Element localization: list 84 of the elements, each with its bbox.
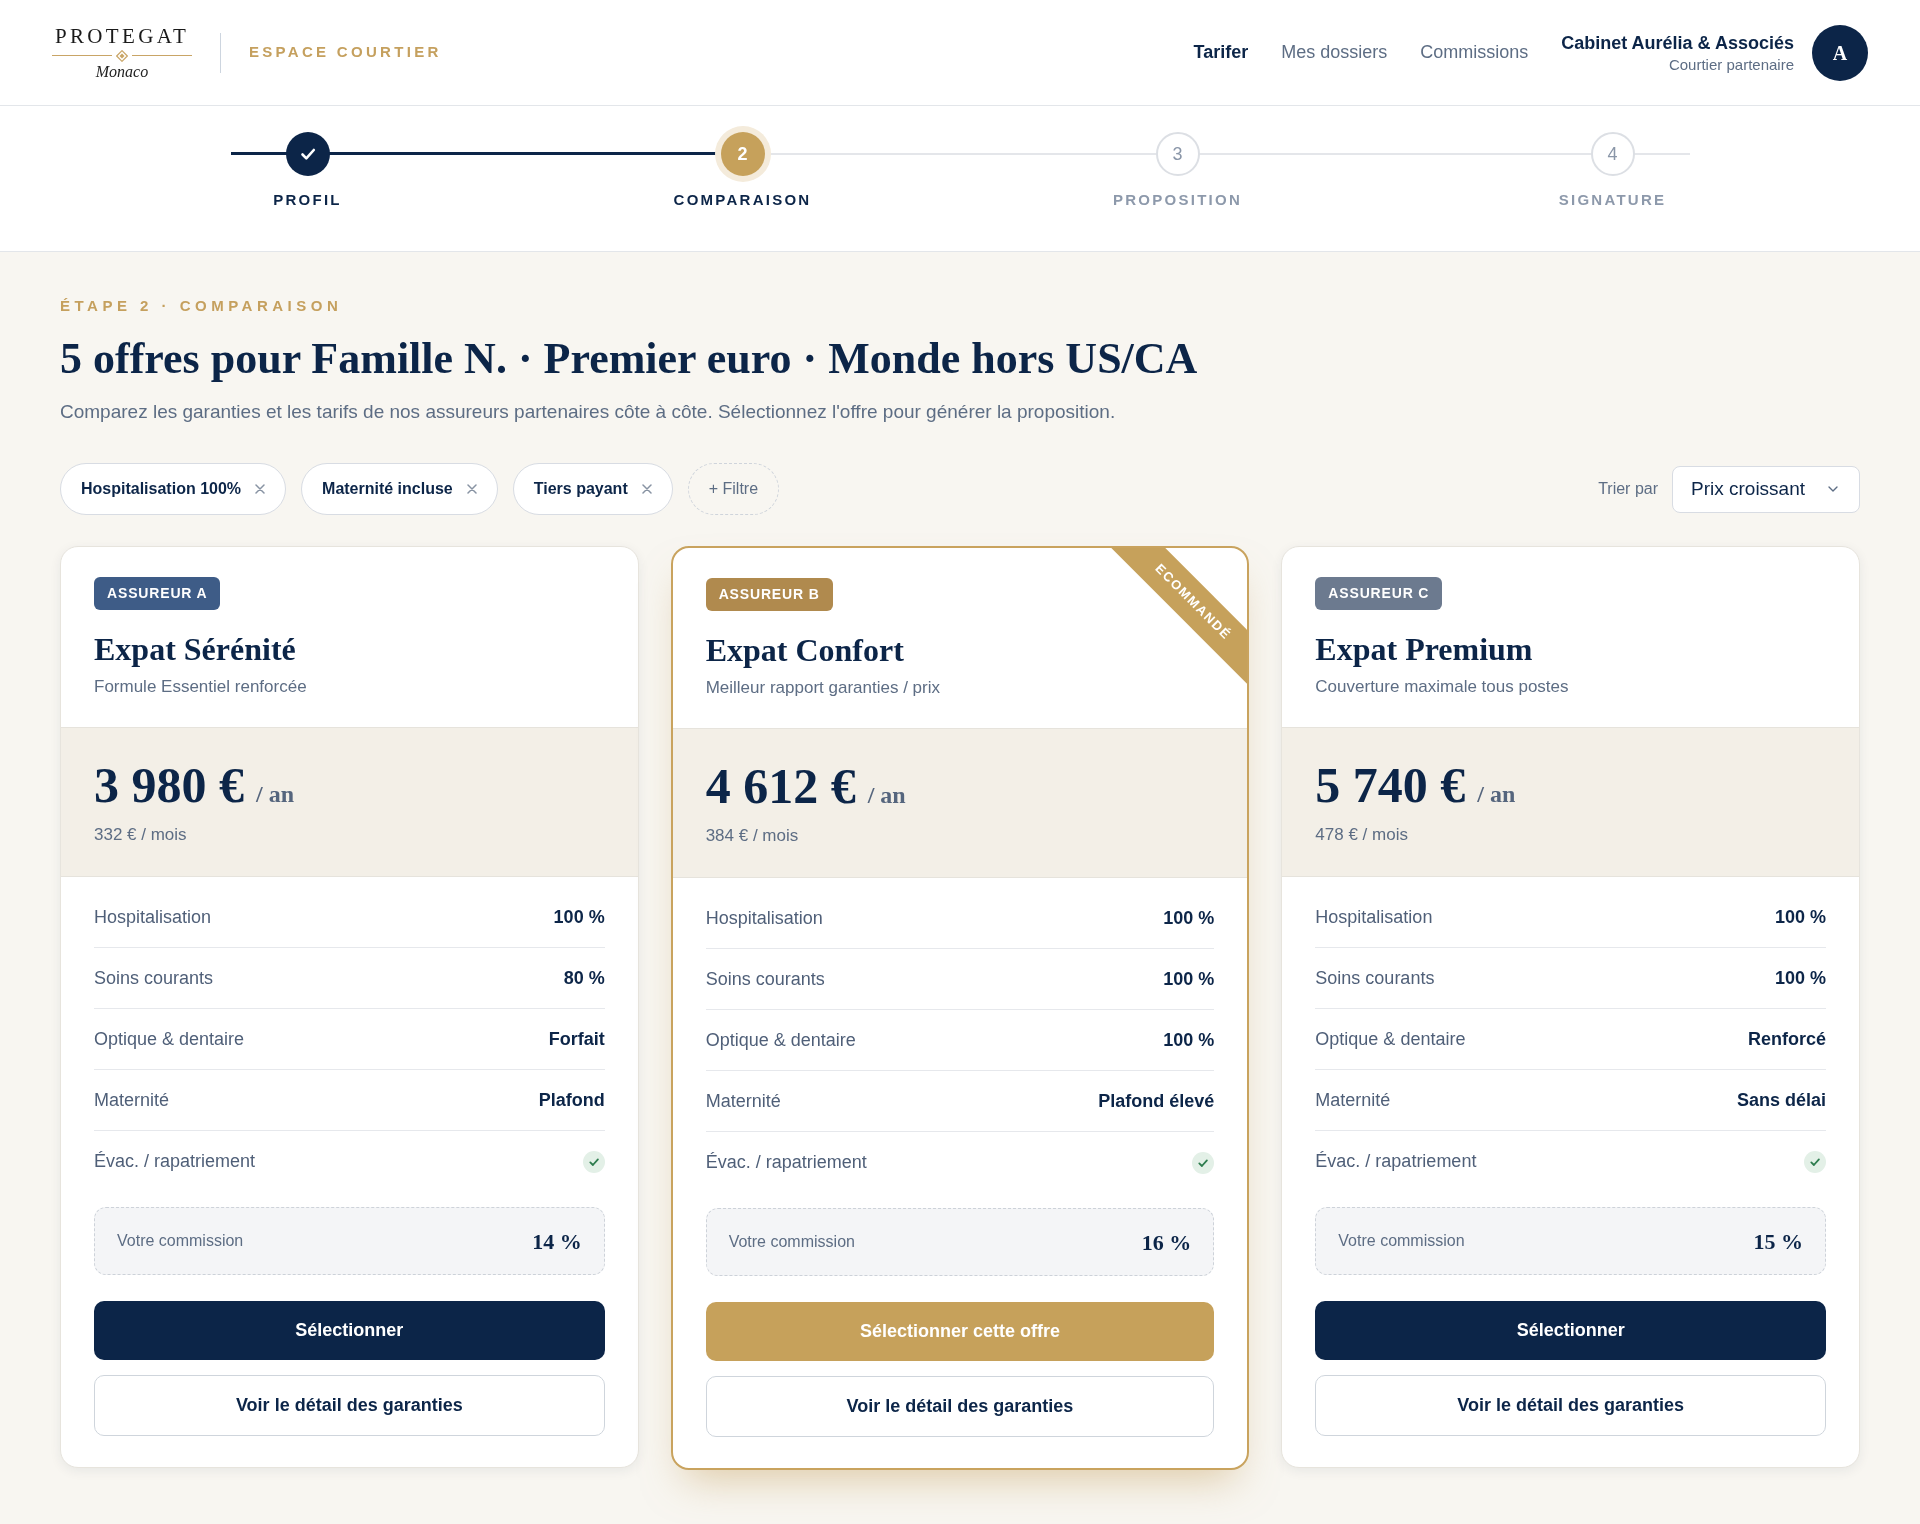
details-button[interactable]: Voir le détail des garanties: [705, 1376, 1215, 1437]
filter-chip[interactable]: Maternité incluse: [301, 463, 498, 515]
coverage-label: Hospitalisation: [705, 906, 823, 930]
coverage-label: Maternité: [705, 1089, 781, 1113]
coverage-value: Plafond: [538, 1088, 605, 1112]
coverage-value: Forfait: [548, 1027, 605, 1051]
commission-label: Votre commission: [117, 1231, 244, 1251]
monthly-price: 384 € / mois: [705, 825, 799, 847]
close-icon[interactable]: [255, 484, 266, 494]
sort-select[interactable]: Prix croissant: [1672, 465, 1860, 513]
account-role: Courtier partenaire: [1668, 54, 1794, 75]
coverage-label: Évac. / rapatriement: [705, 1151, 867, 1174]
coverage-value: 100 %: [1163, 1028, 1215, 1052]
price-period: / an: [256, 780, 294, 809]
nav-link[interactable]: Commissions: [1420, 39, 1529, 66]
offer-name: Expat Sérénité: [94, 630, 296, 669]
price-amount: 4 612 €: [705, 757, 856, 816]
price-period: / an: [867, 781, 906, 810]
offer-tagline: Meilleur rapport garanties / prix: [705, 677, 940, 699]
coverage-label: Hospitalisation: [94, 905, 212, 929]
close-icon[interactable]: [641, 484, 652, 494]
coverage-label: Soins courants: [1315, 966, 1435, 990]
coverage-value: 100 %: [1163, 906, 1215, 930]
nav-link[interactable]: Mes dossiers: [1281, 39, 1388, 66]
step-label: PROFIL: [273, 191, 342, 209]
coverage-label: Optique & dentaire: [1315, 1027, 1466, 1051]
page-title: 5 offres pour Famille N. · Premier euro · Monde hors US/CA: [60, 333, 1198, 385]
step-number: 2: [714, 126, 771, 182]
account-name: Cabinet Aurélia & Associés: [1561, 31, 1794, 55]
offer-tagline: Formule Essentiel renforcée: [94, 676, 307, 698]
coverage-value: 100 %: [1774, 966, 1826, 990]
offer-name: Expat Confort: [705, 631, 904, 670]
coverage-label: Soins courants: [705, 967, 825, 991]
coverage-value: 100 %: [553, 905, 605, 929]
filter-chip[interactable]: Hospitalisation 100%: [60, 463, 287, 515]
price-amount: 5 740 €: [1315, 756, 1466, 815]
select-button[interactable]: Sélectionner: [94, 1301, 605, 1360]
coverage-value: Renforcé: [1747, 1027, 1826, 1051]
logo-place: Monaco: [95, 61, 149, 82]
coverage-value: Sans délai: [1736, 1088, 1826, 1112]
filter-chip[interactable]: Tiers payant: [512, 463, 673, 515]
logo-wordmark: PROTEGAT: [54, 23, 190, 48]
coverage-value: Plafond élevé: [1098, 1089, 1215, 1113]
commission-value: 14 %: [532, 1227, 582, 1256]
page-subtitle: Comparez les garanties et les tarifs de nos assureurs partenaires côte à côte. Sélectionnez l'offre pour générer la proposition.: [60, 400, 1116, 424]
details-button[interactable]: Voir le détail des garanties: [1315, 1375, 1826, 1436]
coverage-label: Soins courants: [94, 966, 214, 990]
commission-value: 15 %: [1753, 1227, 1803, 1256]
coverage-value: 80 %: [563, 966, 605, 990]
sort-label: Trier par: [1598, 479, 1658, 499]
insurer-badge: ASSUREUR A: [94, 577, 221, 610]
step-number: 3: [1155, 132, 1200, 176]
coverage-label: Optique & dentaire: [94, 1027, 245, 1051]
coverage-label: Hospitalisation: [1315, 905, 1433, 929]
step-label: SIGNATURE: [1558, 191, 1667, 209]
coverage-value: 100 %: [1163, 967, 1215, 991]
portal-label: ESPACE COURTIER: [249, 42, 442, 63]
diamond-icon: [116, 49, 128, 62]
offer-tagline: Couverture maximale tous postes: [1315, 676, 1569, 698]
commission-label: Votre commission: [728, 1232, 855, 1252]
price-period: / an: [1477, 780, 1516, 809]
nav-link[interactable]: Tarifer: [1193, 39, 1249, 66]
coverage-label: Évac. / rapatriement: [94, 1150, 256, 1173]
step-label: COMPARAISON: [673, 191, 812, 209]
step-eyebrow: ÉTAPE 2 · COMPARAISON: [60, 297, 343, 315]
step-number: 4: [1590, 132, 1635, 176]
commission-value: 16 %: [1141, 1228, 1192, 1257]
step-label: PROPOSITION: [1113, 191, 1242, 209]
coverage-label: Optique & dentaire: [705, 1028, 856, 1052]
monthly-price: 332 € / mois: [94, 824, 187, 846]
offer-name: Expat Premium: [1315, 630, 1533, 669]
avatar[interactable]: A: [1812, 24, 1868, 81]
commission-label: Votre commission: [1338, 1231, 1465, 1251]
insurer-badge: ASSUREUR B: [705, 578, 833, 611]
select-button[interactable]: Sélectionner: [1315, 1301, 1826, 1360]
monthly-price: 478 € / mois: [1315, 824, 1408, 846]
close-icon[interactable]: [466, 484, 477, 494]
coverage-label: Évac. / rapatriement: [1315, 1150, 1477, 1173]
insurer-badge: ASSUREUR C: [1315, 577, 1443, 610]
price-amount: 3 980 €: [94, 756, 244, 815]
coverage-value: 100 %: [1774, 905, 1826, 929]
coverage-label: Maternité: [94, 1088, 170, 1112]
coverage-label: Maternité: [1315, 1088, 1391, 1112]
details-button[interactable]: Voir le détail des garanties: [94, 1375, 605, 1436]
